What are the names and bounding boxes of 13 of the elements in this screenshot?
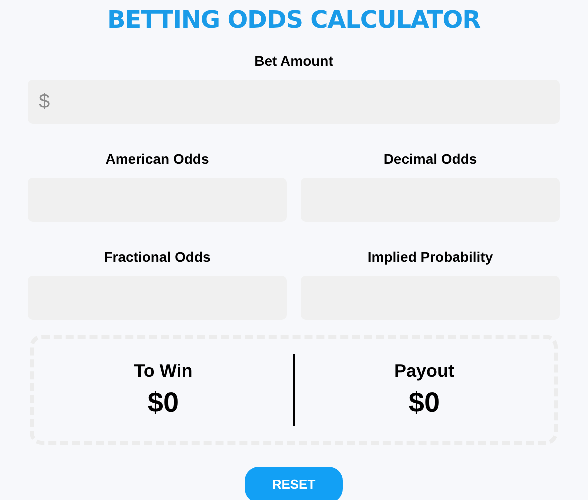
reset-button[interactable]: RESET: [245, 467, 343, 500]
page-title: BETTING ODDS CALCULATOR: [108, 6, 480, 34]
result-value: $0: [408, 386, 440, 420]
result-label: To Win: [134, 360, 193, 382]
result-label: Payout: [394, 360, 454, 382]
field-label: American Odds: [106, 150, 210, 168]
field-label: Implied Probability: [368, 248, 494, 266]
result-value: $0: [148, 386, 180, 420]
field-label: Decimal Odds: [384, 150, 478, 168]
field-label: Bet Amount: [254, 52, 334, 70]
currency-prefix: $: [39, 90, 50, 115]
bet-amount-field[interactable]: $: [28, 80, 560, 124]
field-label: Fractional Odds: [104, 248, 211, 266]
